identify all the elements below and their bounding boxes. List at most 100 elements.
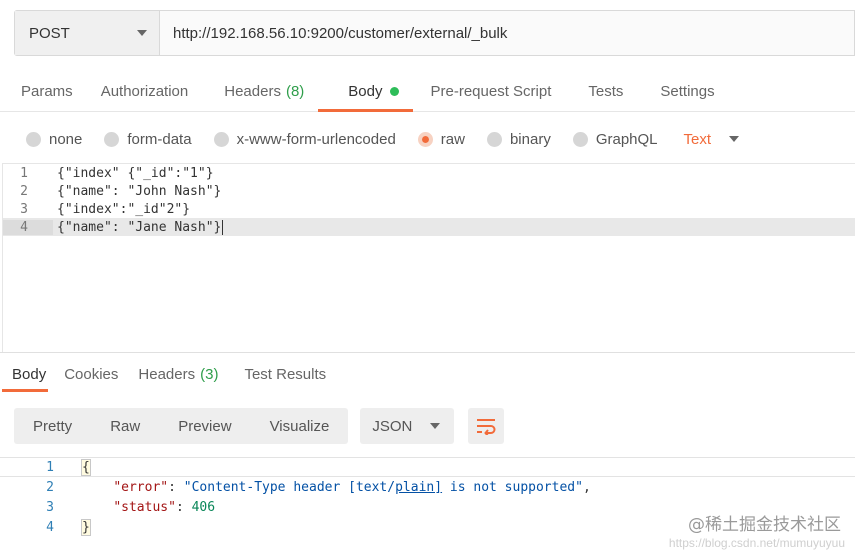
radio-checked-icon: [417, 131, 433, 147]
tab-authorization[interactable]: Authorization: [73, 72, 189, 111]
response-tab-test-results[interactable]: Test Results: [224, 356, 326, 392]
line-code: {"name": "Jane Nash"}: [57, 219, 222, 235]
pane-divider[interactable]: [0, 352, 855, 353]
chevron-down-icon: [729, 136, 740, 142]
response-format-select[interactable]: JSON: [360, 408, 455, 444]
line-number: 4: [46, 519, 54, 535]
radio-circle-icon: [572, 131, 588, 147]
response-tab-headers[interactable]: Headers (3): [124, 356, 218, 392]
editor-line: 1 {"index" {"_id":"1"}: [3, 164, 855, 182]
tab-label: Tests: [588, 83, 624, 100]
editor-line: 2 {"name": "John Nash"}: [3, 182, 855, 200]
tab-params[interactable]: Params: [0, 72, 73, 111]
wrap-lines-button[interactable]: [468, 408, 505, 444]
radio-label: GraphQL: [595, 130, 658, 148]
response-headers-count: (3): [200, 365, 219, 383]
tab-label: Headers: [224, 83, 281, 100]
line-code: }: [58, 518, 91, 536]
editor-line: 3 {"index":"_id"2"}: [3, 200, 855, 218]
line-number: 2: [20, 183, 28, 199]
tab-headers[interactable]: Headers (8): [188, 72, 304, 111]
body-type-selector: none form-data x-www-form-urlencoded raw…: [0, 120, 855, 158]
response-tab-cookies[interactable]: Cookies: [52, 356, 118, 392]
line-code: {"name": "John Nash"}: [57, 183, 222, 199]
radio-binary[interactable]: binary: [486, 130, 551, 148]
json-key: "status": [113, 499, 176, 515]
tab-label: Headers: [138, 365, 196, 383]
tab-body[interactable]: Body: [304, 72, 413, 112]
editor-line-active: 4 {"name": "Jane Nash"}: [3, 218, 855, 236]
radio-circle-icon: [104, 131, 120, 147]
close-brace: }: [81, 518, 91, 536]
url-input[interactable]: [160, 11, 854, 55]
open-brace: {: [81, 458, 91, 476]
radio-label: binary: [509, 130, 551, 148]
tab-settings[interactable]: Settings: [623, 72, 714, 111]
response-tabs: Body Cookies Headers (3) Test Results: [0, 356, 855, 392]
preview-button[interactable]: Preview: [159, 408, 250, 444]
line-code: {"index":"_id"2"}: [57, 201, 191, 217]
radio-label: x-www-form-urlencoded: [236, 130, 396, 148]
request-url-bar: POST: [14, 10, 855, 56]
response-line: 2 "error": "Content-Type header [text/pl…: [0, 477, 855, 497]
radio-circle-icon: [486, 131, 502, 147]
line-code-wrap: {"name": "Jane Nash"}: [53, 219, 855, 235]
line-code: "status": 406: [113, 499, 216, 515]
view-mode-group: Pretty Raw Preview Visualize: [14, 408, 349, 444]
pretty-button[interactable]: Pretty: [14, 408, 91, 444]
tab-label: Body: [12, 365, 47, 383]
raw-format-select[interactable]: Text: [684, 131, 740, 148]
method-select[interactable]: POST: [15, 11, 160, 55]
request-body-editor[interactable]: 1 {"index" {"_id":"1"} 2 {"name": "John …: [2, 163, 855, 353]
watermark-text: @稀土掘金技术社区: [688, 515, 841, 535]
json-key: "error": [113, 479, 169, 495]
headers-count: (8): [285, 83, 305, 100]
radio-circle-icon: [26, 131, 41, 147]
radio-form-data[interactable]: form-data: [104, 130, 192, 148]
raw-button[interactable]: Raw: [91, 408, 159, 444]
line-number: 1: [20, 165, 28, 181]
line-number: 3: [20, 201, 28, 217]
request-tabs: Params Authorization Headers (8) Body Pre…: [0, 72, 855, 112]
line-code: "error": "Content-Type header [text/plai…: [113, 479, 591, 495]
response-tab-body[interactable]: Body: [0, 356, 49, 392]
tab-label: Test Results: [244, 365, 327, 383]
line-code: {: [58, 458, 91, 476]
json-string-part: "Content-Type header [text/: [183, 479, 396, 495]
tab-pre-request-script[interactable]: Pre-request Script: [399, 72, 552, 111]
tab-label: Cookies: [64, 365, 119, 383]
tab-label: Settings: [660, 83, 715, 100]
json-string-link: plain]: [395, 479, 443, 495]
tab-label: Pre-request Script: [430, 83, 552, 100]
chevron-down-icon: [137, 30, 147, 36]
tab-label: Body: [348, 83, 383, 100]
line-number: 4: [3, 219, 53, 235]
visualize-button[interactable]: Visualize: [251, 408, 349, 444]
radio-label: raw: [440, 130, 465, 148]
radio-none[interactable]: none: [26, 131, 82, 148]
tab-label: Authorization: [100, 83, 189, 100]
tab-tests[interactable]: Tests: [551, 72, 623, 111]
line-number: 2: [46, 479, 54, 495]
format-label: JSON: [372, 417, 413, 435]
body-status-dot-icon: [389, 87, 399, 96]
text-cursor: [222, 219, 224, 235]
watermark-url: https://blog.csdn.net/mumuyuyuu: [668, 536, 845, 550]
radio-label: form-data: [127, 130, 192, 148]
method-label: POST: [29, 24, 70, 42]
raw-format-label: Text: [683, 130, 712, 148]
response-line: 1 {: [0, 457, 855, 477]
response-toolbar: Pretty Raw Preview Visualize JSON: [14, 408, 505, 444]
radio-graphql[interactable]: GraphQL: [572, 130, 658, 148]
radio-raw[interactable]: raw: [417, 130, 465, 148]
wrap-lines-icon: [477, 419, 496, 435]
line-number: 1: [46, 459, 54, 475]
radio-urlencoded[interactable]: x-www-form-urlencoded: [213, 130, 396, 148]
radio-label: none: [49, 130, 83, 148]
line-number: 3: [46, 499, 54, 515]
line-code: {"index" {"_id":"1"}: [57, 165, 214, 181]
json-number: 406: [191, 499, 216, 515]
chevron-down-icon: [430, 423, 441, 429]
tab-label: Params: [21, 83, 73, 100]
radio-circle-icon: [213, 131, 229, 147]
